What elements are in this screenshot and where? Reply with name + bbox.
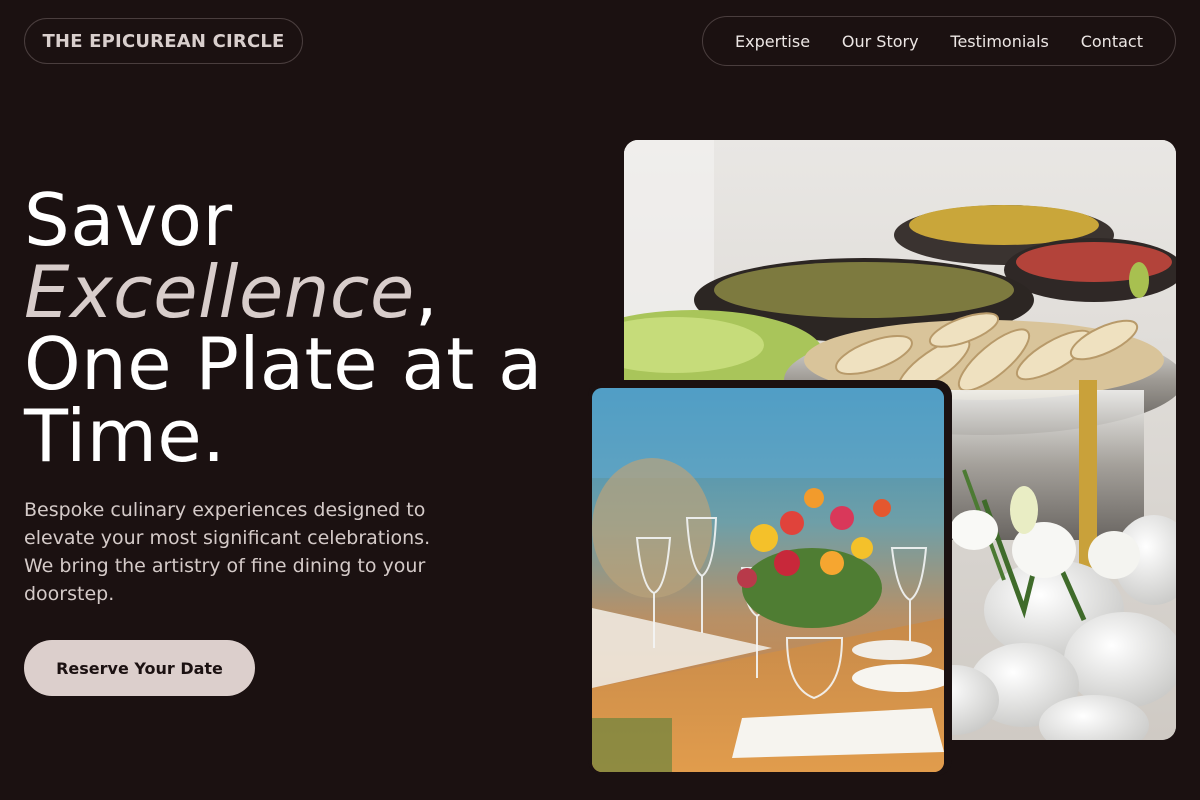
hero-title-line-4: Time. bbox=[24, 394, 226, 478]
nav-item-testimonials[interactable]: Testimonials bbox=[950, 32, 1049, 51]
page: THE EPICUREAN CIRCLE Expertise Our Story… bbox=[0, 0, 1200, 800]
brand-logo[interactable]: THE EPICUREAN CIRCLE bbox=[24, 18, 303, 64]
table-photo-frame bbox=[588, 380, 952, 776]
nav-item-expertise[interactable]: Expertise bbox=[735, 32, 810, 51]
brand-name: THE EPICUREAN CIRCLE bbox=[42, 30, 285, 52]
reserve-date-button[interactable]: Reserve Your Date bbox=[24, 640, 255, 696]
hero-subtitle: Bespoke culinary experiences designed to… bbox=[24, 499, 431, 605]
table-setting-photo bbox=[592, 388, 944, 772]
nav-item-our-story[interactable]: Our Story bbox=[842, 32, 919, 51]
main-nav: Expertise Our Story Testimonials Contact bbox=[702, 16, 1176, 66]
nav-item-contact[interactable]: Contact bbox=[1081, 32, 1143, 51]
hero-title: Savor Excellence, One Plate at a Time. bbox=[24, 184, 584, 472]
